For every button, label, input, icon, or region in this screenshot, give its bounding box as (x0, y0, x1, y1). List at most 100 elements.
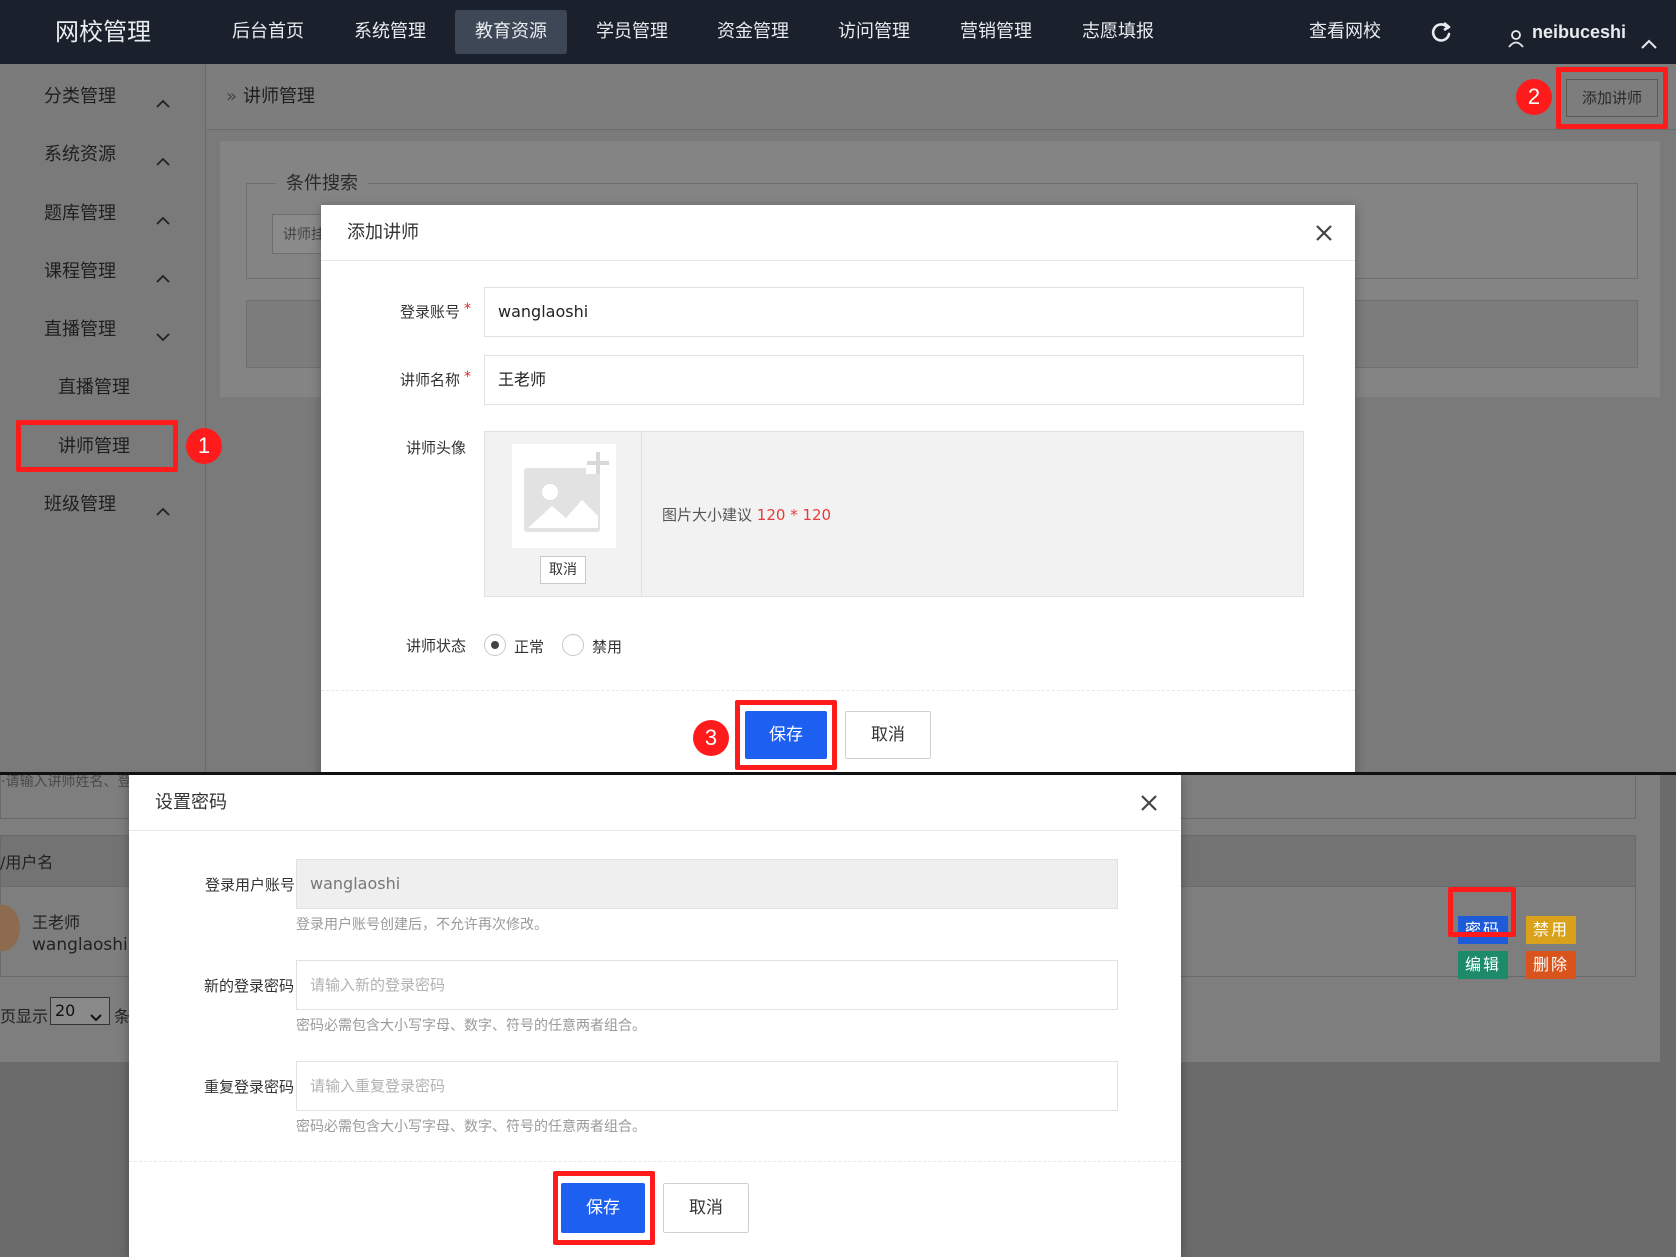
delete-action-button[interactable]: 删除 (1526, 951, 1576, 979)
label-text: 讲师名称 (399, 371, 460, 389)
top-navbar: 网校管理 后台首页 系统管理 教育资源 学员管理 资金管理 访问管理 营销管理 … (0, 0, 1676, 64)
chevron-up-icon (154, 496, 172, 516)
nav-system[interactable]: 系统管理 (340, 10, 440, 54)
sidebar-item-category[interactable]: 分类管理 (0, 77, 206, 117)
hint-text: 图片大小建议 (662, 506, 753, 524)
status-normal-radio[interactable] (484, 634, 506, 656)
search-input-placeholder: ·请输入讲师姓名、登 (1, 775, 132, 790)
avatar-preview-area: 取消 (485, 432, 642, 596)
nav-marketing[interactable]: 营销管理 (946, 10, 1046, 54)
bottom-screenshot-panel: ·请输入讲师姓名、登 /用户名 王老师 wanglaoshi 页显示 20 条 … (0, 775, 1676, 1257)
dialog-header: 添加讲师 (321, 205, 1355, 261)
repeat-password-hint: 密码必需包含大小写字母、数字、符号的任意两者组合。 (296, 1119, 646, 1135)
column-header-username: /用户名 (0, 853, 54, 872)
nav-home[interactable]: 后台首页 (218, 10, 318, 54)
app-logo: 网校管理 (55, 18, 151, 46)
repeat-password-input[interactable]: 请输入重复登录密码 (296, 1061, 1118, 1111)
page-size-prefix: 页显示 (0, 1007, 49, 1026)
teacher-status-label: 讲师状态 (405, 637, 466, 655)
highlight-password-button (1448, 887, 1516, 937)
highlight-add-teacher (1556, 67, 1668, 129)
breadcrumb: » 讲师管理 (226, 78, 315, 116)
nav-access[interactable]: 访问管理 (824, 10, 924, 54)
label-text: 新的登录密码 (203, 977, 294, 995)
chevron-up-icon (154, 205, 172, 225)
nav-students[interactable]: 学员管理 (582, 10, 682, 54)
highlight-teacher-management (16, 420, 178, 472)
new-password-input[interactable]: 请输入新的登录密码 (296, 960, 1118, 1010)
step-badge-1: 1 (186, 428, 222, 464)
cancel-button[interactable]: 取消 (663, 1183, 749, 1233)
label-text: 重复登录密码 (203, 1078, 294, 1096)
username: neibuceshi (1532, 22, 1627, 42)
sidebar-item-live[interactable]: 直播管理 (0, 310, 206, 350)
account-input-readonly: wanglaoshi (296, 859, 1118, 909)
chevron-up-icon (154, 88, 172, 108)
sidebar-item-courses[interactable]: 课程管理 (0, 252, 206, 292)
close-icon[interactable] (1138, 792, 1160, 814)
avatar-upload-area: 取消 图片大小建议 120 * 120 (484, 431, 1304, 597)
nav-finance[interactable]: 资金管理 (703, 10, 803, 54)
status-normal-label[interactable]: 正常 (514, 636, 544, 657)
login-account-label: 登录账号 * (371, 301, 471, 322)
nav-volunteer[interactable]: 志愿填报 (1068, 10, 1168, 54)
edit-action-button[interactable]: 编辑 (1458, 951, 1508, 979)
sidebar-item-label: 题库管理 (44, 203, 116, 224)
chevron-up-icon (1640, 24, 1658, 49)
view-school-link[interactable]: 查看网校 (1290, 10, 1400, 54)
sidebar-item-label: 直播管理 (58, 377, 130, 398)
dialog-footer-divider (129, 1161, 1181, 1162)
dialog-title: 添加讲师 (347, 222, 419, 243)
status-disabled-label[interactable]: 禁用 (592, 636, 622, 657)
sidebar-item-label: 直播管理 (44, 319, 116, 340)
top-screenshot-panel: 网校管理 后台首页 系统管理 教育资源 学员管理 资金管理 访问管理 营销管理 … (0, 0, 1676, 772)
image-placeholder-icon[interactable] (512, 444, 616, 548)
disable-action-button[interactable]: 禁用 (1526, 916, 1576, 944)
user-menu[interactable]: neibuceshi (1490, 10, 1676, 54)
status-disabled-radio[interactable] (562, 634, 584, 656)
teacher-name-input[interactable]: 王老师 (484, 355, 1304, 405)
sidebar-item-label: 分类管理 (44, 86, 116, 107)
step-badge-2: 2 (1516, 79, 1552, 115)
avatar-cancel-button[interactable]: 取消 (540, 556, 586, 584)
required-mark: * (464, 301, 471, 317)
add-teacher-dialog: 添加讲师 登录账号 * wanglaoshi 讲师名称 * 王老师 讲师头像 取… (321, 205, 1355, 772)
sidebar-item-classes[interactable]: 班级管理 (0, 485, 206, 525)
sidebar-subitem-live-management[interactable]: 直播管理 (0, 368, 206, 408)
radio-dot (491, 641, 499, 649)
repeat-password-label: 重复登录密码* (149, 1076, 305, 1097)
avatar-size-hint: 图片大小建议 120 * 120 (662, 504, 831, 525)
dialog-title: 设置密码 (155, 792, 227, 813)
cancel-button[interactable]: 取消 (845, 711, 931, 759)
teacher-name: 王老师 (32, 913, 81, 932)
highlight-save-button (735, 700, 837, 770)
chevron-up-icon (154, 263, 172, 283)
label-text: 登录账号 (399, 303, 460, 321)
dialog-header: 设置密码 (129, 775, 1181, 831)
account-hint: 登录用户账号创建后，不允许再次修改。 (296, 917, 548, 933)
chevron-down-icon (90, 1007, 102, 1022)
dialog-footer-divider (321, 690, 1355, 691)
step-badge-3: 3 (693, 720, 729, 756)
new-password-label: 新的登录密码* (149, 975, 305, 996)
close-icon[interactable] (1313, 222, 1335, 244)
nav-education-resources[interactable]: 教育资源 (455, 10, 567, 54)
set-password-dialog: 设置密码 登录用户账号 wanglaoshi 登录用户账号创建后，不允许再次修改… (129, 775, 1181, 1257)
account-label: 登录用户账号 (204, 876, 295, 894)
login-account-input[interactable]: wanglaoshi (484, 287, 1304, 337)
chevron-up-icon (154, 146, 172, 166)
highlight-save-button (553, 1171, 655, 1245)
sidebar-item-question-bank[interactable]: 题库管理 (0, 194, 206, 234)
chevron-down-icon (154, 321, 172, 342)
sidebar-item-label: 课程管理 (44, 261, 116, 282)
required-mark: * (464, 369, 471, 385)
sidebar-item-system-resources[interactable]: 系统资源 (0, 135, 206, 175)
refresh-icon[interactable] (1420, 18, 1464, 46)
breadcrumb-current: 讲师管理 (243, 86, 316, 107)
user-icon (1506, 22, 1526, 48)
search-legend: 条件搜索 (276, 170, 368, 198)
sidebar-item-label: 系统资源 (44, 144, 116, 165)
double-chevron-right-icon: » (226, 86, 238, 107)
teacher-name-label: 讲师名称 * (371, 369, 471, 390)
teacher-account: wanglaoshi (32, 935, 128, 955)
